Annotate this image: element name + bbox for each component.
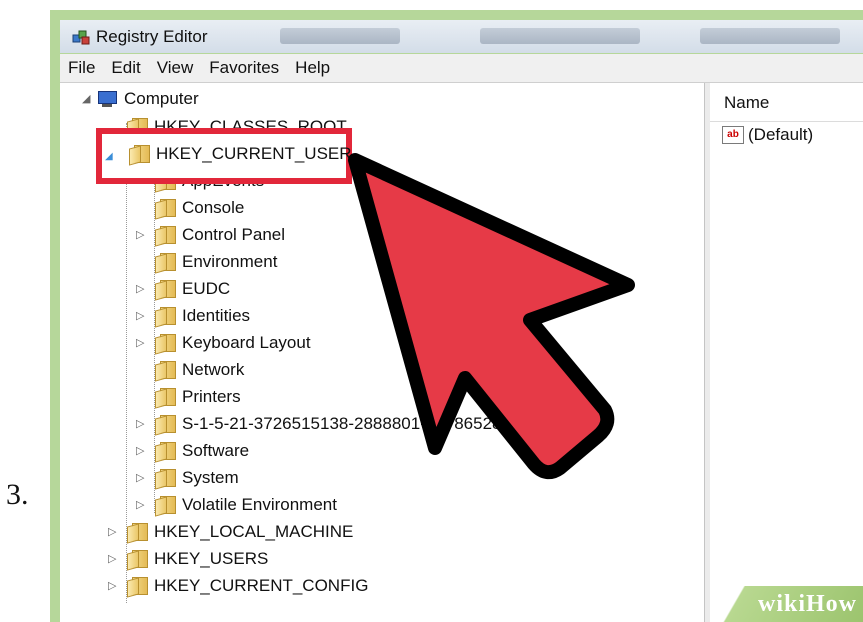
pointer-arrow-icon (348, 153, 635, 480)
